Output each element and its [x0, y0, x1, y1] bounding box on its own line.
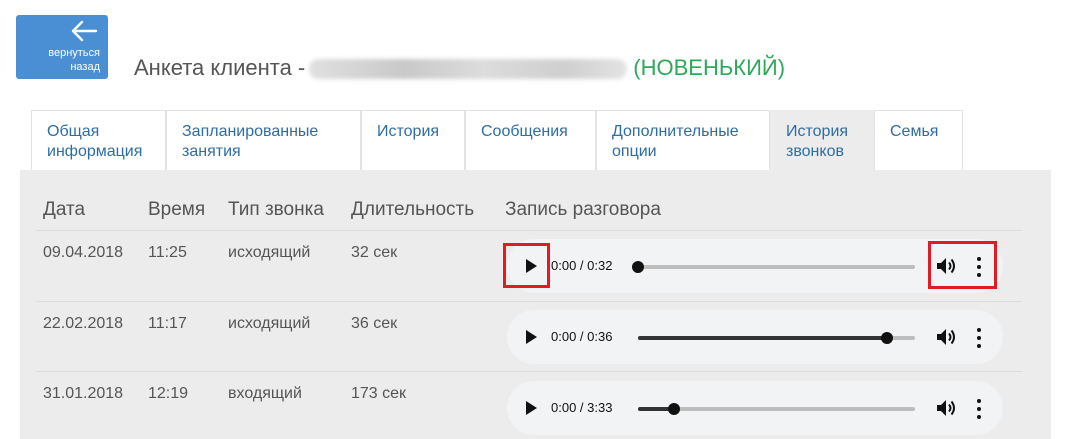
header-divider — [36, 230, 1022, 231]
cell-date: 09.04.2018 — [43, 244, 124, 261]
player-controls-highlight — [928, 241, 997, 289]
back-button[interactable]: вернуться назад — [16, 15, 108, 79]
tab-call-history[interactable]: История звонков — [770, 110, 874, 170]
column-header-time: Время — [148, 199, 206, 220]
cell-time: 11:17 — [148, 315, 187, 332]
tab-family[interactable]: Семья — [874, 110, 963, 170]
cell-date: 22.02.2018 — [43, 315, 124, 332]
seek-slider[interactable] — [632, 261, 915, 273]
play-icon[interactable] — [526, 401, 537, 415]
cell-time: 11:25 — [148, 244, 187, 261]
row-divider — [36, 371, 1022, 372]
column-header-call-type: Тип звонка — [228, 199, 324, 220]
cell-duration: 173 сек — [351, 385, 407, 402]
play-icon[interactable] — [526, 330, 537, 344]
audio-player: 0:00 / 3:33 — [507, 381, 1003, 435]
tab-general-info[interactable]: Общая информация — [31, 110, 166, 170]
player-time: 0:00 / 3:33 — [551, 400, 613, 415]
seek-slider[interactable] — [638, 332, 915, 344]
cell-call-type: исходящий — [228, 244, 311, 261]
seek-slider[interactable] — [638, 403, 915, 415]
tab-history[interactable]: История — [361, 110, 465, 170]
cell-duration: 36 сек — [351, 315, 398, 332]
seek-knob[interactable] — [632, 261, 644, 273]
column-header-date: Дата — [43, 199, 86, 220]
tab-messages[interactable]: Сообщения — [465, 110, 596, 170]
arrow-left-icon — [71, 20, 98, 42]
tab-additional-options[interactable]: Дополнительные опции — [596, 110, 770, 170]
volume-icon[interactable] — [935, 397, 957, 419]
play-button-highlight — [503, 243, 550, 288]
redacted-client-name — [309, 59, 628, 80]
page-title: Анкета клиента - (НОВЕНЬКИЙ) — [134, 55, 785, 81]
player-time: 0:00 / 0:36 — [551, 329, 613, 344]
page-title-text: Анкета клиента - — [134, 55, 306, 80]
back-button-label: вернуться назад — [48, 47, 100, 73]
seek-knob[interactable] — [881, 332, 894, 344]
client-status: (НОВЕНЬКИЙ) — [633, 55, 786, 80]
column-header-duration: Длительность — [351, 199, 475, 220]
cell-date: 31.01.2018 — [43, 385, 124, 402]
seek-knob[interactable] — [668, 403, 680, 415]
row-divider — [36, 301, 1022, 302]
more-options-icon[interactable] — [977, 399, 981, 419]
more-options-icon[interactable] — [977, 328, 981, 348]
tab-scheduled-classes[interactable]: Запланированные занятия — [166, 110, 361, 170]
cell-call-type: исходящий — [228, 315, 311, 332]
volume-icon[interactable] — [935, 326, 957, 348]
column-header-recording: Запись разговора — [505, 199, 661, 220]
cell-time: 12:19 — [148, 385, 189, 402]
player-time: 0:00 / 0:32 — [551, 258, 613, 273]
audio-player: 0:00 / 0:36 — [507, 310, 1003, 364]
cell-duration: 32 сек — [351, 244, 398, 261]
cell-call-type: входящий — [228, 385, 302, 402]
